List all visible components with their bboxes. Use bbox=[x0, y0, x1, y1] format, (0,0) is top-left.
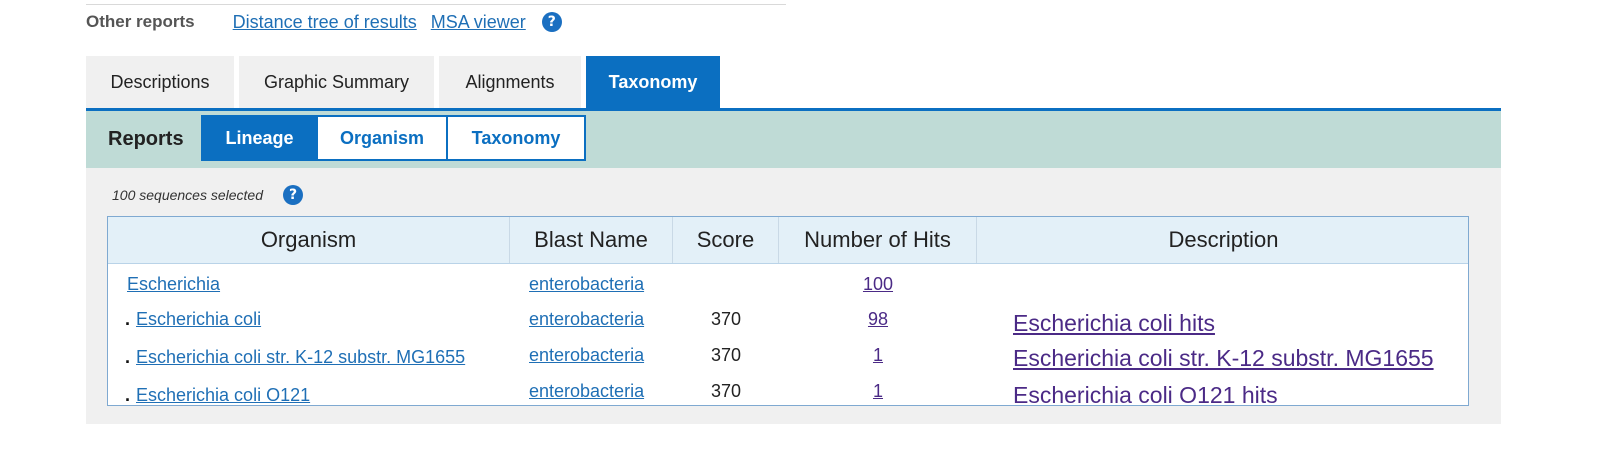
tab-descriptions[interactable]: Descriptions bbox=[86, 56, 234, 109]
blast-name-cell: enterobacteria bbox=[529, 373, 644, 405]
row-bullet: . bbox=[125, 346, 131, 367]
blast-name-link[interactable]: enterobacteria bbox=[529, 345, 644, 366]
blast-name-link[interactable]: enterobacteria bbox=[529, 381, 644, 402]
organism-link[interactable]: Escherichia coli O121 bbox=[136, 385, 310, 406]
organism-link[interactable]: Escherichia coli bbox=[136, 309, 261, 330]
description-cell: Escherichia coli O121 hits bbox=[1013, 377, 1278, 406]
description-link[interactable]: Escherichia coli O121 hits bbox=[1013, 382, 1278, 406]
hits-link[interactable]: 1 bbox=[873, 381, 883, 402]
column-header-description: Description bbox=[1168, 227, 1279, 252]
organism-link[interactable]: Escherichia bbox=[127, 274, 220, 295]
blast-name-cell: enterobacteria bbox=[529, 337, 644, 373]
reports-bar: Reports Lineage Organism Taxonomy bbox=[86, 111, 1501, 168]
blast-name-link[interactable]: enterobacteria bbox=[529, 274, 644, 295]
column-header-blast-name[interactable]: Blast Name bbox=[510, 217, 673, 263]
table-row: . Escherichia coli O121 enterobacteria 3… bbox=[108, 373, 1468, 406]
blast-name-link[interactable]: enterobacteria bbox=[529, 309, 644, 330]
selection-status: 100 sequences selected ? bbox=[112, 182, 303, 208]
column-header-organism[interactable]: Organism bbox=[108, 217, 510, 263]
blast-name-cell: enterobacteria bbox=[529, 266, 644, 302]
score-cell: 370 bbox=[710, 344, 742, 365]
hits-cell: 1 bbox=[779, 337, 977, 373]
help-icon[interactable]: ? bbox=[541, 12, 562, 32]
hits-cell: 1 bbox=[779, 373, 977, 405]
results-tabs: Descriptions Graphic Summary Alignments … bbox=[86, 56, 725, 109]
blast-name-cell: enterobacteria bbox=[529, 301, 644, 337]
taxonomy-button[interactable]: Taxonomy bbox=[446, 115, 586, 161]
description-cell: Escherichia coli str. K-12 substr. MG165… bbox=[1013, 340, 1434, 376]
score-cell: 370 bbox=[710, 308, 742, 329]
top-divider bbox=[86, 4, 786, 5]
distance-tree-link[interactable]: Distance tree of results bbox=[233, 12, 417, 33]
score-cell bbox=[673, 266, 779, 302]
description-cell: Escherichia coli hits bbox=[1013, 305, 1215, 341]
organism-link[interactable]: Escherichia coli str. K-12 substr. MG165… bbox=[136, 347, 465, 368]
help-icon[interactable]: ? bbox=[283, 185, 303, 205]
other-reports-bar: Other reports Distance tree of results M… bbox=[86, 10, 562, 34]
hits-cell: 100 bbox=[779, 266, 977, 302]
hits-link[interactable]: 98 bbox=[868, 309, 888, 330]
lineage-button[interactable]: Lineage bbox=[201, 115, 318, 161]
tab-taxonomy[interactable]: Taxonomy bbox=[586, 56, 720, 109]
organism-cell: . Escherichia coli str. K-12 substr. MG1… bbox=[125, 339, 465, 375]
column-header-number-of-hits[interactable]: Number of Hits bbox=[779, 217, 977, 263]
description-link[interactable]: Escherichia coli hits bbox=[1013, 310, 1215, 337]
hits-link[interactable]: 1 bbox=[873, 345, 883, 366]
row-bullet: . bbox=[125, 384, 131, 405]
tab-alignments[interactable]: Alignments bbox=[439, 56, 581, 109]
table-header: Organism Blast Name Score Number of Hits… bbox=[108, 217, 1468, 264]
organism-cell: . Escherichia coli O121 bbox=[125, 377, 310, 406]
column-header-score[interactable]: Score bbox=[673, 217, 779, 263]
description-link[interactable]: Escherichia coli str. K-12 substr. MG165… bbox=[1013, 345, 1434, 372]
organism-button[interactable]: Organism bbox=[316, 115, 448, 161]
other-reports-label: Other reports bbox=[86, 12, 195, 31]
hits-cell: 98 bbox=[779, 301, 977, 337]
organism-cell: Escherichia bbox=[121, 266, 220, 302]
hits-link[interactable]: 100 bbox=[863, 274, 893, 295]
table-row: Escherichia enterobacteria 100 bbox=[108, 266, 1468, 302]
taxonomy-report-panel: 100 sequences selected ? Organism Blast … bbox=[86, 168, 1501, 424]
score-cell: 370 bbox=[710, 380, 742, 401]
lineage-table: Organism Blast Name Score Number of Hits… bbox=[107, 216, 1469, 406]
msa-viewer-link[interactable]: MSA viewer bbox=[431, 12, 526, 33]
row-bullet: . bbox=[125, 308, 131, 329]
report-type-buttons: Lineage Organism Taxonomy bbox=[201, 115, 586, 161]
organism-cell: . Escherichia coli bbox=[125, 301, 261, 337]
table-row: . Escherichia coli str. K-12 substr. MG1… bbox=[108, 337, 1468, 373]
table-row: . Escherichia coli enterobacteria 370 98… bbox=[108, 301, 1468, 337]
reports-label: Reports bbox=[108, 128, 184, 150]
sequences-selected-text: 100 sequences selected bbox=[112, 187, 263, 203]
tab-graphic-summary[interactable]: Graphic Summary bbox=[239, 56, 434, 109]
